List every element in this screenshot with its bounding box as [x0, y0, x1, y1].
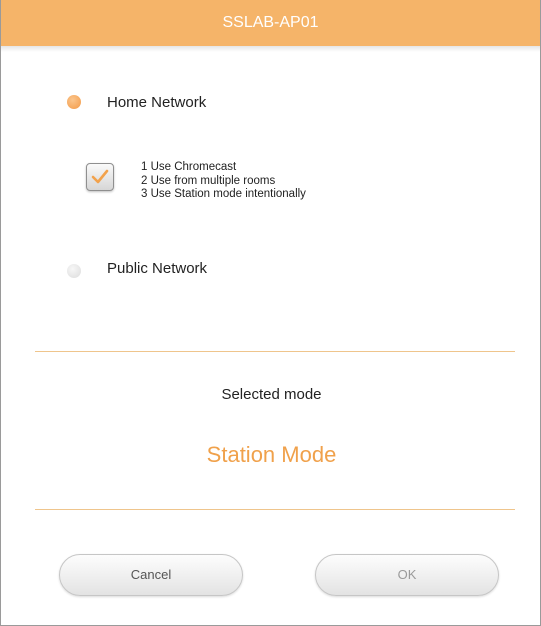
- divider-bottom: [35, 509, 515, 510]
- usage-list: 1 Use Chromecast 2 Use from multiple roo…: [141, 161, 306, 202]
- cancel-button[interactable]: Cancel: [59, 554, 243, 596]
- checkmark-icon: [91, 169, 109, 184]
- network-mode-dialog: SSLAB-AP01 Home Network 1 Use Chromecast…: [0, 0, 541, 626]
- selected-mode-value: Station Mode: [206, 442, 337, 467]
- divider-top: [35, 351, 515, 352]
- selected-mode-caption: Selected mode: [221, 386, 322, 403]
- dialog-title-bar: SSLAB-AP01: [1, 0, 540, 46]
- usage-line-1: 1 Use Chromecast: [141, 161, 237, 173]
- home-network-radio[interactable]: [67, 95, 81, 109]
- public-network-label[interactable]: Public Network: [107, 260, 207, 277]
- usage-line-2: 2 Use from multiple rooms: [141, 174, 276, 187]
- ok-button[interactable]: OK: [315, 554, 499, 596]
- usage-line-3: 3 Use Station mode intentionally: [141, 188, 306, 200]
- home-network-label[interactable]: Home Network: [107, 94, 206, 111]
- usage-checkbox[interactable]: [86, 163, 114, 191]
- title-bar-shadow: [1, 46, 540, 52]
- dialog-title: SSLAB-AP01: [222, 14, 319, 31]
- public-network-radio[interactable]: [67, 264, 81, 278]
